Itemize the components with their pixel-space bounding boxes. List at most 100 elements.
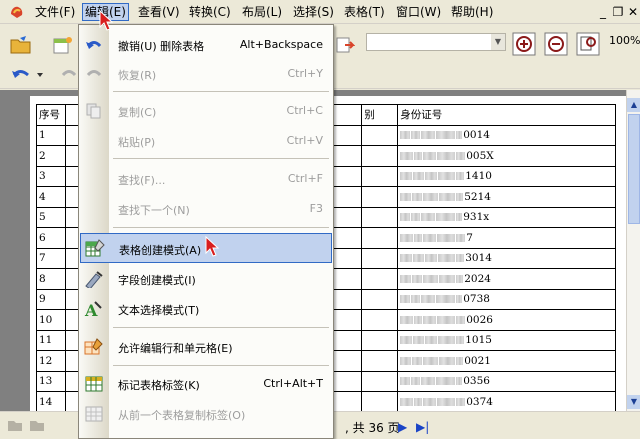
cell-id-number[interactable]: 0356: [397, 370, 616, 392]
cell-id-number[interactable]: 7: [397, 227, 616, 249]
id-number-tail: 7: [466, 231, 473, 244]
next-page-icon[interactable]: ▶: [398, 420, 407, 434]
copy-icon: [84, 102, 104, 120]
cell-gender[interactable]: [361, 145, 399, 167]
menu-item-copy[interactable]: 复制(C) Ctrl+C: [80, 99, 332, 123]
folder-icon[interactable]: [28, 414, 46, 436]
cell-gender[interactable]: [361, 350, 399, 372]
menu-item-text-select-mode[interactable]: A 文本选择模式(T): [80, 297, 332, 321]
cell-gender[interactable]: [361, 268, 399, 290]
cell-index[interactable]: 11: [36, 329, 66, 351]
cell-id-number[interactable]: 0021: [397, 350, 616, 372]
menu-item-find[interactable]: 查找(F)... Ctrl+F: [80, 167, 332, 191]
new-table-icon[interactable]: [50, 32, 76, 58]
cell-id-number[interactable]: 1015: [397, 329, 616, 351]
menu-item-paste[interactable]: 粘贴(P) Ctrl+V: [80, 129, 332, 153]
redacted-id-prefix: [400, 396, 466, 408]
cell-id-number[interactable]: 0374: [397, 391, 616, 413]
cell-index[interactable]: 5: [36, 206, 66, 228]
vertical-scrollbar[interactable]: ▲ ▼: [626, 90, 640, 411]
cell-gender[interactable]: [361, 227, 399, 249]
cell-id-number[interactable]: 005X: [397, 145, 616, 167]
cell-gender[interactable]: [361, 206, 399, 228]
cell-gender[interactable]: [361, 309, 399, 331]
mark-table-icon: [84, 375, 104, 393]
cell-id-number[interactable]: 931x: [397, 206, 616, 228]
menu-item-allow-edit[interactable]: 允许编辑行和单元格(E): [80, 335, 332, 359]
page-icon[interactable]: [6, 414, 24, 436]
menu-help[interactable]: 帮助(H): [449, 3, 495, 21]
zoom-out-icon[interactable]: [543, 31, 569, 57]
chevron-down-icon[interactable]: ▼: [491, 34, 505, 50]
cell-index[interactable]: 2: [36, 145, 66, 167]
cell-gender[interactable]: [361, 391, 399, 413]
menu-layout[interactable]: 布局(L): [240, 3, 284, 21]
menu-table[interactable]: 表格(T): [342, 3, 387, 21]
table-create-icon: [85, 239, 105, 257]
menu-item-undo[interactable]: 撤销(U) 删除表格 Alt+Backspace: [80, 33, 332, 57]
cell-id-number[interactable]: 0738: [397, 288, 616, 310]
cell-gender[interactable]: [361, 329, 399, 351]
minimize-icon[interactable]: _: [596, 5, 610, 19]
last-page-icon[interactable]: ▶|: [416, 420, 429, 434]
scroll-thumb[interactable]: [628, 114, 640, 224]
cell-id-number[interactable]: 2024: [397, 268, 616, 290]
cell-index[interactable]: 9: [36, 288, 66, 310]
menu-item-find-shortcut: Ctrl+F: [287, 172, 323, 185]
cell-index[interactable]: 3: [36, 165, 66, 187]
cell-index[interactable]: 6: [36, 227, 66, 249]
scroll-down-icon[interactable]: ▼: [627, 395, 640, 409]
cell-gender[interactable]: [361, 165, 399, 187]
id-number-tail: 2024: [464, 272, 491, 285]
cell-id-number[interactable]: 1410: [397, 165, 616, 187]
cell-id-number[interactable]: 5214: [397, 186, 616, 208]
cell-gender[interactable]: [361, 247, 399, 269]
close-icon[interactable]: ✕: [626, 5, 640, 19]
cell-index[interactable]: 13: [36, 370, 66, 392]
menu-item-field-create-mode-label: 字段创建模式(I): [118, 274, 196, 287]
menu-select[interactable]: 选择(S): [291, 3, 336, 21]
cell-id-number[interactable]: 0014: [397, 124, 616, 146]
menu-item-mark-table-labels[interactable]: 标记表格标签(K) Ctrl+Alt+T: [80, 372, 332, 396]
menu-item-copy-labels-prev[interactable]: 从前一个表格复制标签(O): [80, 402, 332, 426]
restore-icon[interactable]: ❐: [611, 5, 625, 19]
menu-convert[interactable]: 转换(C): [187, 3, 233, 21]
cell-index[interactable]: 1: [36, 124, 66, 146]
fit-page-icon[interactable]: [575, 31, 601, 57]
zoom-level[interactable]: 100%: [609, 34, 640, 47]
menu-item-redo[interactable]: 恢复(R) Ctrl+Y: [80, 62, 332, 86]
id-number-tail: 1015: [465, 334, 492, 347]
export-icon[interactable]: [332, 32, 358, 58]
cell-id-number[interactable]: 3014: [397, 247, 616, 269]
menu-item-find-next[interactable]: 查找下一个(N) F3: [80, 197, 332, 221]
menu-separator: [113, 91, 329, 92]
menu-window[interactable]: 窗口(W): [394, 3, 443, 21]
menu-item-table-create-mode-label: 表格创建模式(A): [119, 244, 202, 257]
menu-item-undo-shortcut: Alt+Backspace: [239, 38, 323, 51]
cell-gender[interactable]: [361, 288, 399, 310]
open-folder-icon[interactable]: [8, 32, 34, 58]
cell-gender[interactable]: [361, 370, 399, 392]
menu-file[interactable]: 文件(F): [33, 3, 77, 21]
cell-index[interactable]: 7: [36, 247, 66, 269]
redacted-id-prefix: [400, 314, 466, 326]
id-number-tail: 0026: [466, 313, 493, 326]
cell-index[interactable]: 14: [36, 391, 66, 413]
scroll-up-icon[interactable]: ▲: [627, 98, 640, 112]
cell-gender[interactable]: [361, 186, 399, 208]
style-combo[interactable]: ▼: [366, 33, 506, 51]
redacted-id-prefix: [400, 273, 464, 285]
menu-item-field-create-mode[interactable]: 字段创建模式(I): [80, 267, 332, 291]
cell-index[interactable]: 10: [36, 309, 66, 331]
menu-view[interactable]: 查看(V): [136, 3, 182, 21]
undo-icon[interactable]: [8, 62, 48, 88]
cell-index[interactable]: 8: [36, 268, 66, 290]
zoom-in-icon[interactable]: [511, 31, 537, 57]
id-number-tail: 0374: [466, 395, 493, 408]
cell-id-number[interactable]: 0026: [397, 309, 616, 331]
cell-index[interactable]: 4: [36, 186, 66, 208]
menu-item-redo-label: 恢复(R): [118, 69, 157, 82]
cell-gender[interactable]: [361, 124, 399, 146]
redo-icon: [84, 65, 104, 83]
cell-index[interactable]: 12: [36, 350, 66, 372]
